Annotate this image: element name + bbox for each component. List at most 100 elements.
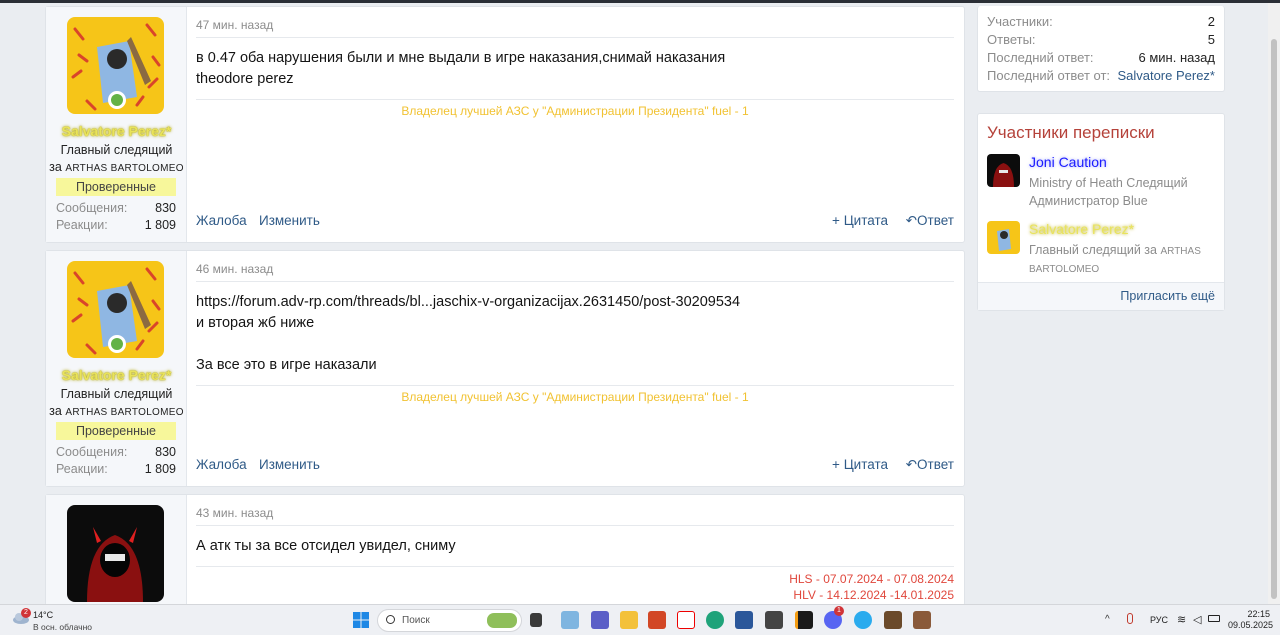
- stat-value[interactable]: 830: [155, 201, 176, 215]
- yandex-browser-icon[interactable]: [677, 611, 695, 629]
- message-line: За все это в игре наказали: [196, 357, 377, 373]
- signature-divider: [196, 385, 954, 386]
- clock-time: 22:15: [1247, 609, 1270, 619]
- username[interactable]: Salvatore Perez*: [46, 123, 187, 139]
- user-title-org: ARTHAS BARTOLOMEO: [65, 407, 184, 418]
- avatar[interactable]: [67, 505, 164, 602]
- taskbar-search-input[interactable]: Поиск: [377, 609, 522, 632]
- input-language[interactable]: РУС: [1150, 615, 1168, 625]
- app-icon[interactable]: [765, 611, 783, 629]
- post-body: 43 мин. назад А атк ты за все отсидел ув…: [196, 495, 954, 606]
- participant-avatar[interactable]: [987, 221, 1020, 254]
- plus-icon: +: [832, 457, 844, 472]
- page-scrollbar[interactable]: [1268, 3, 1280, 604]
- stat-label: Участники:: [987, 14, 1053, 29]
- widgets-icon[interactable]: [561, 611, 579, 629]
- stat-value: 2: [1207, 14, 1215, 29]
- post-user-panel: Salvatore Perez* Главный следящий за ART…: [46, 251, 187, 486]
- message-line: А атк ты за все отсидел увидел, сниму: [196, 538, 456, 554]
- quote-label: Цитата: [843, 213, 888, 228]
- last-reply-user-link[interactable]: Salvatore Perez*: [1117, 68, 1215, 83]
- system-clock[interactable]: 22:15 09.05.2025: [1228, 609, 1273, 631]
- discord-icon[interactable]: 1: [824, 606, 844, 629]
- reply-button[interactable]: ↶Ответ: [906, 457, 954, 473]
- edit-button[interactable]: Изменить: [259, 457, 320, 472]
- stat-value: 1 809: [144, 462, 176, 476]
- post-time[interactable]: 46 мин. назад: [196, 262, 273, 276]
- windows-start-icon[interactable]: [352, 611, 370, 629]
- participant-title-org: ARTHAS: [1160, 246, 1201, 257]
- stat-label: Последний ответ:: [987, 50, 1094, 65]
- user-title-main: Главный следящий: [60, 143, 173, 157]
- game-app-icon[interactable]: [884, 611, 902, 629]
- username[interactable]: Salvatore Perez*: [46, 367, 187, 383]
- teams-icon[interactable]: [591, 611, 609, 629]
- online-status-icon: [108, 91, 126, 109]
- edit-button[interactable]: Изменить: [259, 213, 320, 228]
- weather-temperature[interactable]: 14°C: [33, 610, 53, 620]
- participant-name[interactable]: Salvatore Perez*: [1029, 221, 1134, 237]
- file-explorer-icon[interactable]: [620, 611, 638, 629]
- post-time[interactable]: 47 мин. назад: [196, 18, 273, 32]
- participant-avatar[interactable]: [987, 154, 1020, 187]
- user-stat-messages: Сообщения: 830: [56, 445, 176, 459]
- reply-icon: ↶: [905, 213, 918, 228]
- quote-button[interactable]: + Цитата: [832, 457, 888, 472]
- post: 43 мин. назад А атк ты за все отсидел ув…: [45, 494, 965, 606]
- report-button[interactable]: Жалоба: [196, 213, 247, 228]
- online-status-icon: [108, 335, 126, 353]
- search-placeholder: Поиск: [402, 615, 430, 626]
- user-title-org: ARTHAS BARTOLOMEO: [65, 163, 184, 174]
- signature: Владелец лучшей АЗС у "Администрации Пре…: [401, 104, 749, 118]
- stat-label: Сообщения:: [56, 201, 128, 215]
- volume-icon[interactable]: ◁: [1193, 613, 1201, 626]
- participants-block: Участники переписки Joni Caution Ministr…: [977, 113, 1225, 311]
- divider: [196, 525, 954, 526]
- weather-cloud-icon[interactable]: 2: [12, 608, 31, 630]
- user-title: Главный следящий за ARTHAS BARTOLOMEO: [46, 142, 187, 177]
- window-top-edge: [0, 0, 1280, 3]
- app-k-icon[interactable]: [795, 611, 813, 629]
- powerpoint-icon[interactable]: [648, 611, 666, 629]
- scrollbar-thumb[interactable]: [1271, 39, 1277, 599]
- telegram-icon[interactable]: [854, 611, 872, 629]
- quote-button[interactable]: + Цитата: [832, 213, 888, 228]
- thread-info-block: Участники: 2 Ответы: 5 Последний ответ: 6 м…: [977, 6, 1225, 92]
- reply-button[interactable]: ↶Ответ: [906, 213, 954, 229]
- signature-line: HLS - 07.07.2024 - 07.08.2024: [789, 572, 954, 586]
- reply-label: Ответ: [917, 457, 954, 472]
- signature-line: HLV - 14.12.2024 -14.01.2025: [793, 588, 954, 602]
- participant-name[interactable]: Joni Caution: [1029, 154, 1107, 170]
- game-app-2-icon[interactable]: [913, 611, 931, 629]
- tray-chevron-icon[interactable]: ^: [1105, 614, 1110, 625]
- post-user-panel: Salvatore Perez* Главный следящий за ART…: [46, 7, 187, 242]
- user-stat-reactions: Реакции: 1 809: [56, 462, 176, 476]
- weather-condition[interactable]: В осн. облачно: [33, 622, 92, 632]
- user-title-sub: за ARTHAS BARTOLOMEO: [46, 159, 187, 177]
- stat-value: 5: [1207, 32, 1215, 47]
- post-time[interactable]: 43 мин. назад: [196, 506, 273, 520]
- stat-value[interactable]: 6 мин. назад: [1139, 50, 1215, 65]
- message-line: в 0.47 оба нарушения были и мне выдали в…: [196, 50, 726, 66]
- message-line: theodore perez: [196, 71, 294, 87]
- edge-icon[interactable]: [706, 611, 724, 629]
- post-body: 47 мин. назад в 0.47 оба нарушения были …: [196, 7, 954, 242]
- word-icon[interactable]: [735, 611, 753, 629]
- stat-last-reply-by: Последний ответ от: Salvatore Perez*: [987, 68, 1215, 83]
- signature: HLS - 07.07.2024 - 07.08.2024 HLV - 14.1…: [789, 571, 954, 603]
- report-button[interactable]: Жалоба: [196, 457, 247, 472]
- message-link[interactable]: https://forum.adv-rp.com/threads/bl...ja…: [196, 292, 740, 313]
- participant-title-main: Главный следящий за: [1029, 243, 1157, 257]
- stat-value[interactable]: 830: [155, 445, 176, 459]
- invite-more-link[interactable]: Пригласить ещё: [1120, 289, 1215, 303]
- battery-icon[interactable]: [1208, 615, 1220, 622]
- participant-title-line: Ministry of Heath Следящий: [1029, 176, 1188, 190]
- message-text: в 0.47 оба нарушения были и мне выдали в…: [196, 48, 725, 90]
- wifi-icon[interactable]: ≋: [1177, 613, 1186, 626]
- windows-taskbar: 2 14°C В осн. облачно Поиск 1 ^ РУС ≋ ◁ …: [0, 604, 1280, 635]
- task-view-icon[interactable]: [530, 613, 542, 627]
- message-text: А атк ты за все отсидел увидел, сниму: [196, 536, 456, 557]
- microphone-icon[interactable]: [1127, 613, 1133, 624]
- participant: Joni Caution Ministry of Heath Следящий …: [987, 154, 1215, 210]
